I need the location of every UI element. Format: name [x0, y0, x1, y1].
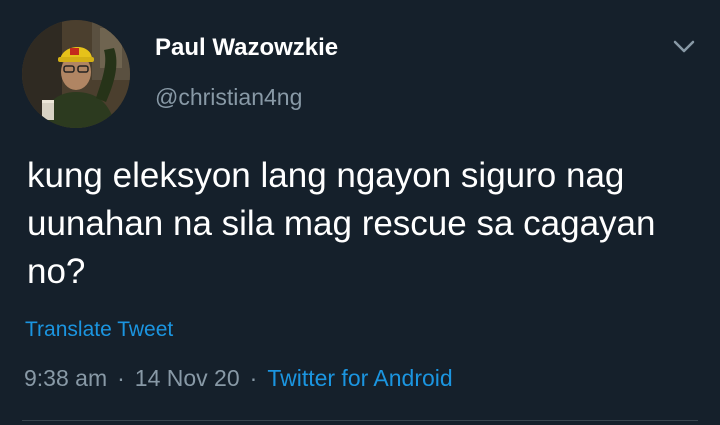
tweet-text: kung eleksyon lang ngayon siguro nag uun… — [27, 156, 656, 291]
meta-separator: · — [117, 365, 125, 391]
divider — [22, 420, 698, 421]
tweet-source-link[interactable]: Twitter for Android — [267, 365, 452, 391]
tweet-metadata: 9:38 am · 14 Nov 20 · Twitter for Android — [24, 365, 453, 392]
tweet-time[interactable]: 9:38 am — [24, 365, 107, 391]
tweet-card: Paul Wazowzkie @christian4ng kung eleksy… — [0, 0, 720, 425]
translate-tweet-link[interactable]: Translate Tweet — [25, 318, 173, 342]
chevron-down-icon — [673, 40, 695, 53]
author-handle[interactable]: @christian4ng — [155, 84, 302, 111]
meta-separator: · — [249, 365, 258, 391]
author-display-name[interactable]: Paul Wazowzkie — [155, 34, 338, 62]
avatar[interactable] — [22, 20, 130, 128]
tweet-menu-button[interactable] — [667, 32, 701, 62]
avatar-photo — [22, 20, 130, 128]
tweet-date[interactable]: 14 Nov 20 — [135, 365, 240, 391]
